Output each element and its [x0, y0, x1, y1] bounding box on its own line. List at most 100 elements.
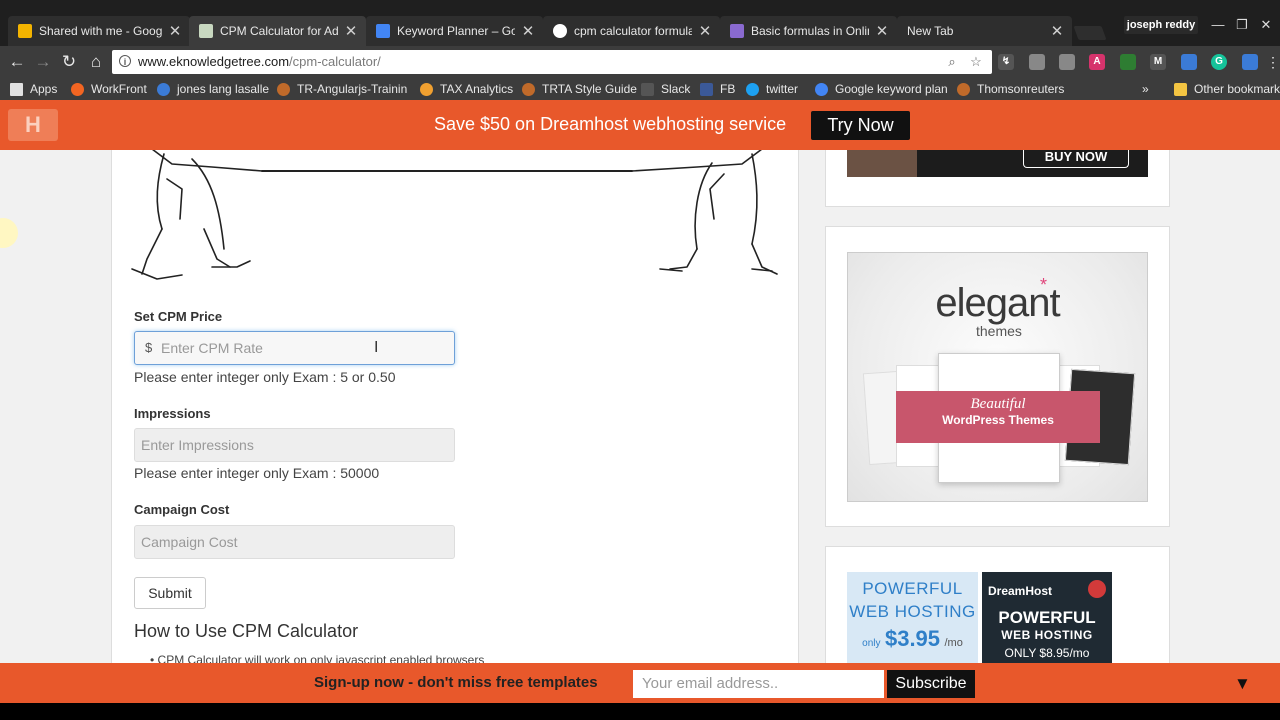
tab-strip: Shared with me - Goog ✕ CPM Calculator f… [0, 0, 1280, 46]
currency-symbol: $ [145, 340, 153, 355]
tab-keyword-planner[interactable]: Keyword Planner – Goo ✕ [366, 16, 543, 46]
bookmark-label: FB [720, 82, 736, 96]
chart-favicon-icon [730, 24, 744, 38]
site-favicon-icon [199, 24, 213, 38]
screen-bottom-edge [0, 703, 1280, 720]
back-arrow-icon[interactable]: ← [6, 52, 28, 72]
extension-m-icon[interactable]: M [1150, 54, 1166, 70]
promo-bar: H Save $50 on Dreamhost webhosting servi… [0, 100, 1280, 150]
grammarly-icon[interactable]: G [1211, 54, 1227, 70]
cpm-price-label: Set CPM Price [134, 309, 223, 324]
close-icon[interactable]: ✕ [1050, 22, 1064, 40]
extension-a-icon[interactable]: A [1089, 54, 1105, 70]
site-logo[interactable]: H [8, 109, 58, 141]
close-icon[interactable]: ✕ [168, 22, 182, 40]
try-now-button[interactable]: Try Now [811, 111, 910, 140]
subscribe-button[interactable]: Subscribe [887, 670, 975, 698]
info-icon[interactable]: i [119, 55, 131, 67]
elegant-logo-text: elegant [935, 281, 1060, 325]
email-input[interactable]: Your email address.. [633, 670, 884, 698]
extension-chart-icon[interactable] [1120, 54, 1136, 70]
submit-button[interactable]: Submit [134, 577, 206, 609]
tab-cpm-formula[interactable]: cpm calculator formula ✕ [543, 16, 720, 46]
reload-icon[interactable]: ↻ [58, 52, 80, 72]
dh-left-line1: POWERFUL [862, 579, 963, 598]
dh-right-price: ONLY $8.95/mo [1004, 646, 1090, 660]
star-icon[interactable]: ☆ [968, 54, 984, 70]
apps-grid-icon [10, 82, 23, 96]
dh-left-only: only [862, 638, 881, 649]
tab-title: Keyword Planner – Goo [397, 24, 515, 38]
tab-title: Basic formulas in Online [751, 24, 869, 38]
tab-cpm-calculator[interactable]: CPM Calculator for Adv ✕ [189, 16, 366, 46]
address-bar[interactable]: i www.eknowledgetree.com/cpm-calculator/… [112, 50, 992, 74]
tab-title: cpm calculator formula [574, 24, 692, 38]
restore-icon[interactable]: ❐ [1230, 16, 1254, 34]
dreamhost-badge-icon [1088, 580, 1106, 598]
forward-arrow-icon[interactable]: → [32, 52, 54, 72]
dh-right-line1: POWERFUL [998, 608, 1096, 627]
workfront-icon [71, 82, 84, 96]
bookmark-apps[interactable]: Apps [10, 80, 57, 98]
extension-screen-icon[interactable] [1242, 54, 1258, 70]
impressions-input[interactable]: Enter Impressions [134, 428, 455, 462]
extension-stamp-icon[interactable] [1059, 54, 1075, 70]
extension-sync-icon[interactable]: ↯ [998, 54, 1014, 70]
google-ads-icon [815, 82, 828, 96]
dreamhost-banner-left[interactable]: POWERFUL WEB HOSTING only $3.95 /mo [847, 572, 978, 663]
close-icon[interactable]: ✕ [875, 22, 889, 40]
campaign-cost-label: Campaign Cost [134, 502, 230, 517]
bookmark-label: Other bookmarks [1194, 82, 1280, 96]
url-host: www.eknowledgetree.com [138, 54, 290, 69]
bookmark-twitter[interactable]: twitter [746, 80, 798, 98]
sidebar-ad-top: BUY NOW [825, 150, 1170, 207]
tab-title: New Tab [907, 24, 954, 38]
buy-now-button[interactable]: BUY NOW [1023, 150, 1129, 168]
bookmark-tax-analytics[interactable]: TAX Analytics [420, 80, 513, 98]
extension-box-icon[interactable] [1029, 54, 1045, 70]
close-icon[interactable]: ✕ [344, 22, 358, 40]
impressions-help-text: Please enter integer only Exam : 50000 [134, 465, 380, 481]
minimize-icon[interactable]: — [1206, 16, 1230, 34]
tab-shared-with-me[interactable]: Shared with me - Goog ✕ [8, 16, 190, 46]
bookmark-label: TR-Angularjs-Trainin [297, 82, 408, 96]
cpm-rate-input[interactable]: $ Enter CPM Rate I [134, 331, 455, 365]
howto-list-item: • CPM Calculator will work on only javas… [150, 653, 484, 663]
close-icon[interactable]: ✕ [698, 22, 712, 40]
new-tab-button[interactable] [1073, 26, 1107, 40]
bookmark-workfront[interactable]: WorkFront [71, 80, 147, 98]
tab-new-tab[interactable]: New Tab ✕ [897, 16, 1072, 46]
ad-banner-top[interactable]: BUY NOW [847, 150, 1148, 177]
dh-left-price: $3.95 [884, 626, 941, 651]
promo-text: Save $50 on Dreamhost webhosting service [434, 114, 787, 134]
extension-user-icon[interactable] [1181, 54, 1197, 70]
bookmark-other[interactable]: Other bookmarks [1174, 80, 1280, 98]
bookmark-angular[interactable]: TR-Angularjs-Trainin [277, 80, 407, 98]
bookmark-fb[interactable]: FB [700, 80, 735, 98]
collapse-arrow-icon[interactable]: ▼ [1234, 674, 1251, 694]
tr-icon [957, 82, 970, 96]
bookmark-label: Google keyword plan [835, 82, 948, 96]
impressions-placeholder: Enter Impressions [141, 437, 254, 453]
bookmark-trta[interactable]: TRTA Style Guide [522, 80, 637, 98]
bookmark-thomsonreuters[interactable]: Thomsonreuters [957, 80, 1064, 98]
asterisk-icon: * [1040, 275, 1048, 295]
sidebar-ad-dreamhost: POWERFUL WEB HOSTING only $3.95 /mo Drea… [825, 546, 1170, 663]
home-icon[interactable]: ⌂ [85, 52, 107, 72]
bookmarks-overflow-icon[interactable]: » [1142, 80, 1149, 98]
zoom-icon[interactable]: ⌕ [944, 54, 960, 70]
bookmark-jll[interactable]: jones lang lasalle [157, 80, 269, 98]
window-close-icon[interactable]: ✕ [1254, 16, 1278, 34]
menu-icon[interactable]: ⋮ [1262, 52, 1280, 72]
main-content: Set CPM Price $ Enter CPM Rate I Please … [111, 150, 799, 663]
campaign-cost-output: Campaign Cost [134, 525, 455, 559]
close-icon[interactable]: ✕ [521, 22, 535, 40]
bookmark-slack[interactable]: Slack [641, 80, 690, 98]
elegant-themes-banner[interactable]: elegant * themes Beautiful WordPress The… [847, 252, 1148, 502]
dreamhost-banner-right[interactable]: DreamHost POWERFUL WEB HOSTING ONLY $8.9… [982, 572, 1112, 663]
bookmark-keyword-planner[interactable]: Google keyword plan [815, 80, 948, 98]
profile-name[interactable]: joseph reddy [1124, 16, 1198, 34]
page-body: Set CPM Price $ Enter CPM Rate I Please … [0, 150, 1280, 663]
signup-text: Sign-up now - don't miss free templates [314, 674, 598, 691]
tab-basic-formulas[interactable]: Basic formulas in Online ✕ [720, 16, 897, 46]
